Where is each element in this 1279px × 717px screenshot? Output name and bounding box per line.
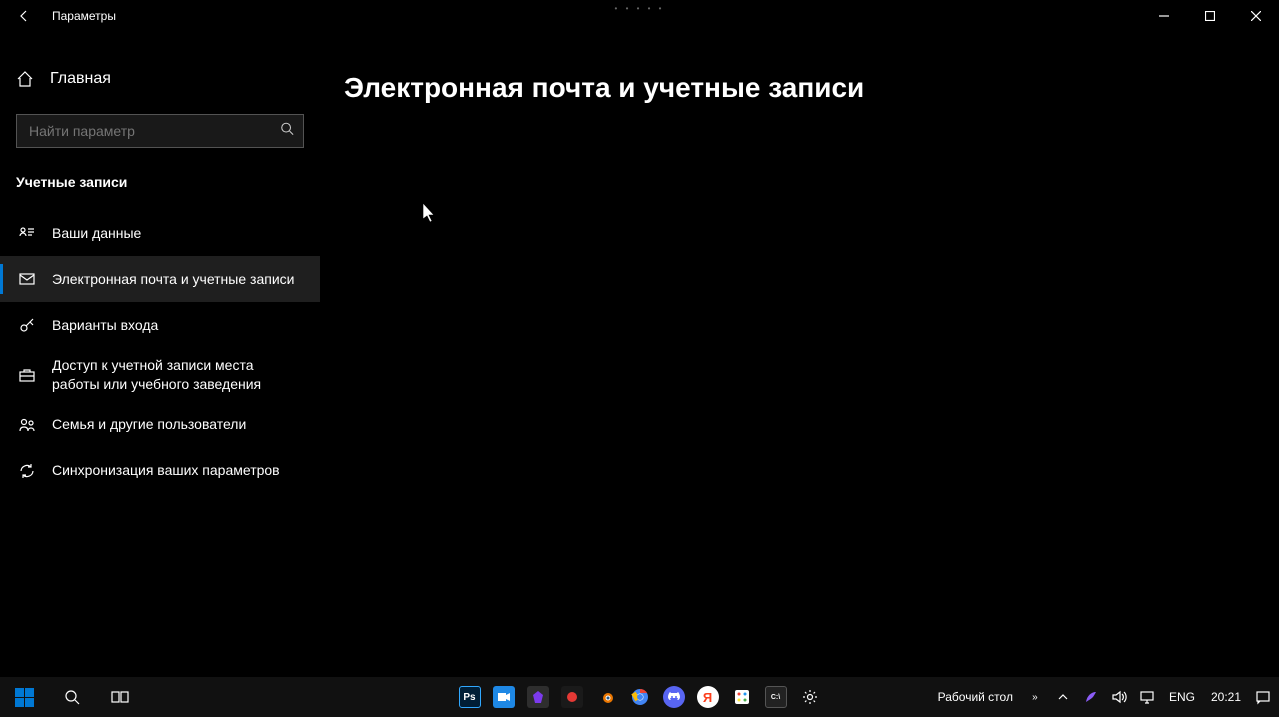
sidebar-item-label: Синхронизация ваших параметров [52,461,280,480]
app-video[interactable] [487,677,521,717]
speaker-icon [1111,689,1127,705]
page-title: Электронная почта и учетные записи [344,72,1255,104]
sidebar-item-family[interactable]: Семья и другие пользователи [0,402,320,448]
app-chrome[interactable] [623,677,657,717]
tray-notifications[interactable] [1251,677,1275,717]
grip-icon: • • • • • [615,4,665,13]
app-obsidian[interactable] [521,677,555,717]
chevron-up-icon [1058,692,1068,702]
taskbar-center: Ps Я C:\ [453,677,827,717]
arrow-left-icon [16,8,32,24]
mail-icon [18,270,36,288]
blender-icon [595,686,617,708]
notification-icon [1255,689,1271,705]
app-paint[interactable] [725,677,759,717]
app-yandex[interactable]: Я [691,677,725,717]
main-panel: Электронная почта и учетные записи [320,32,1279,677]
taskbar-left [0,677,144,717]
tray-overflow[interactable] [1051,677,1075,717]
sidebar-item-work-access[interactable]: Доступ к учетной записи места работы или… [0,348,320,402]
window-controls [1141,0,1279,32]
key-icon [18,316,36,334]
discord-icon [663,686,685,708]
app-settings[interactable] [793,677,827,717]
sidebar-item-label: Доступ к учетной записи места работы или… [52,356,304,394]
sidebar-item-signin-options[interactable]: Варианты входа [0,302,320,348]
sidebar-item-label: Электронная почта и учетные записи [52,270,294,289]
sidebar-item-your-info[interactable]: Ваши данные [0,210,320,256]
sidebar-item-label: Семья и другие пользователи [52,415,246,434]
desktop-chevron[interactable]: » [1023,677,1047,717]
photoshop-icon: Ps [459,686,481,708]
tray-volume[interactable] [1107,677,1131,717]
window-title: Параметры [52,9,116,23]
content: Главная Учетные записи Ваши данные Э [0,32,1279,677]
minimize-button[interactable] [1141,0,1187,32]
video-icon [493,686,515,708]
taskbar: Ps Я C:\ Рабочий стол » ENG 20:21 [0,677,1279,717]
sidebar-item-label: Ваши данные [52,224,141,243]
maximize-icon [1205,11,1215,21]
close-button[interactable] [1233,0,1279,32]
paint-icon [731,686,753,708]
terminal-icon: C:\ [765,686,787,708]
sidebar-item-label: Варианты входа [52,316,158,335]
gear-icon [801,688,819,706]
home-label: Главная [50,70,111,88]
category-header: Учетные записи [0,166,320,210]
app-photoshop[interactable]: Ps [453,677,487,717]
app-discord[interactable] [657,677,691,717]
back-button[interactable] [0,0,48,32]
search-container [16,114,304,148]
home-icon [16,70,34,88]
sidebar-item-sync[interactable]: Синхронизация ваших параметров [0,448,320,494]
task-view-icon [111,689,129,705]
home-button[interactable]: Главная [0,56,320,102]
app-blender[interactable] [589,677,623,717]
obsidian-icon [527,686,549,708]
network-icon [1139,689,1155,705]
sidebar: Главная Учетные записи Ваши данные Э [0,32,320,677]
search-button[interactable] [48,677,96,717]
taskbar-right: Рабочий стол » ENG 20:21 [932,677,1279,717]
sync-icon [18,462,36,480]
app-terminal[interactable]: C:\ [759,677,793,717]
tray-app[interactable] [1079,677,1103,717]
close-icon [1251,11,1261,21]
record-icon [561,686,583,708]
settings-window: Параметры • • • • • Главная [0,0,1279,677]
briefcase-icon [18,366,36,384]
sidebar-item-email-accounts[interactable]: Электронная почта и учетные записи [0,256,320,302]
chrome-icon [629,686,651,708]
tray-language[interactable]: ENG [1163,690,1201,704]
person-card-icon [18,224,36,242]
search-icon [280,122,294,141]
app-record[interactable] [555,677,589,717]
minimize-icon [1159,11,1169,21]
people-icon [18,416,36,434]
start-button[interactable] [0,677,48,717]
feather-icon [1084,690,1098,704]
tray-network[interactable] [1135,677,1159,717]
task-view-button[interactable] [96,677,144,717]
tray-clock[interactable]: 20:21 [1205,690,1247,704]
maximize-button[interactable] [1187,0,1233,32]
search-input[interactable] [16,114,304,148]
desktop-toolbar[interactable]: Рабочий стол [932,690,1019,704]
yandex-icon: Я [697,686,719,708]
titlebar: Параметры • • • • • [0,0,1279,32]
search-icon [64,689,80,705]
windows-icon [15,688,34,707]
